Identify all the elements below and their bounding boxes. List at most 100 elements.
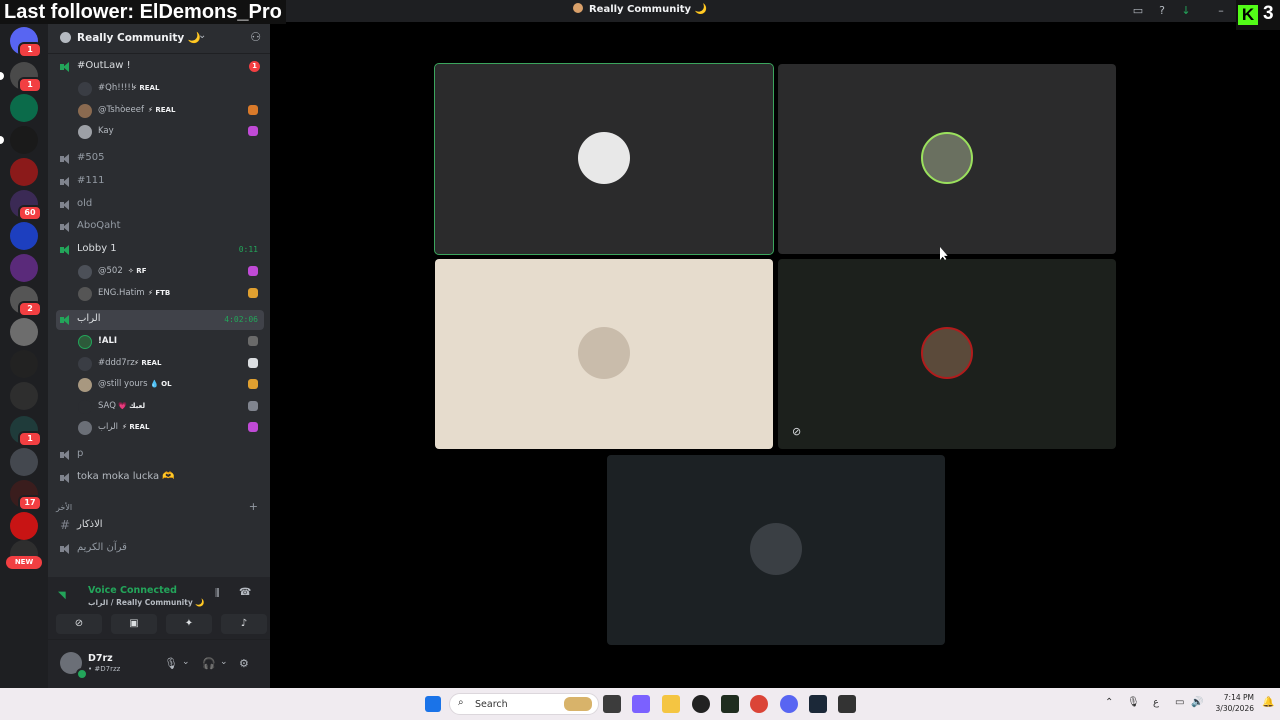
- inbox-icon[interactable]: ▭: [1131, 4, 1145, 18]
- voice-channel-path[interactable]: الراب / Really Community 🌙: [88, 598, 205, 607]
- voice-channel-lobby[interactable]: Lobby 1 0:11: [56, 240, 264, 260]
- user-name: ENG.Hatim: [98, 288, 145, 298]
- voice-user[interactable]: @502 ✧ RF: [78, 262, 264, 282]
- obs-icon[interactable]: [692, 695, 710, 713]
- minimize-icon[interactable]: –: [1214, 4, 1228, 18]
- channel-name: قرآن الكريم: [77, 542, 127, 553]
- channel-sidebar: Really Community 🌙 ⌄ ⚇ #OutLaw ! 1 #Qh!!…: [48, 22, 270, 688]
- voice-user[interactable]: #Qh!!!!! ⚡ REAL: [78, 79, 264, 99]
- server-icon[interactable]: 60: [10, 190, 42, 221]
- voice-channel-rap[interactable]: الراب 4:02:06: [56, 310, 264, 330]
- participant-tile[interactable]: [607, 455, 945, 645]
- category-header[interactable]: الأخر: [56, 503, 72, 512]
- voice-channel[interactable]: #111: [56, 172, 264, 192]
- chevron-down-icon[interactable]: ⌄: [182, 657, 190, 667]
- server-icon[interactable]: [10, 222, 38, 250]
- guild-icon: [572, 3, 583, 13]
- server-icon[interactable]: 2: [10, 286, 42, 317]
- voice-channel[interactable]: toka moka lucka 🫶: [56, 468, 264, 488]
- avatar: [578, 132, 630, 184]
- voice-user[interactable]: #ddd7rz ⚡ REAL: [78, 354, 264, 374]
- clock-date[interactable]: 3/30/2026: [1205, 704, 1254, 713]
- app-icon[interactable]: [838, 695, 856, 713]
- help-icon[interactable]: ?: [1155, 4, 1169, 18]
- notifications-icon[interactable]: 🔔: [1262, 697, 1274, 708]
- server-icon[interactable]: [10, 382, 38, 410]
- kick-app-icon[interactable]: [721, 695, 739, 713]
- server-icon[interactable]: [10, 94, 38, 122]
- server-icon[interactable]: 1: [0, 62, 42, 93]
- discord-icon[interactable]: [780, 695, 798, 713]
- chevron-down-icon: ⌄: [198, 30, 207, 41]
- download-icon[interactable]: ↓: [1179, 4, 1193, 18]
- speaker-icon: [60, 177, 70, 187]
- voice-channel-outlaw[interactable]: #OutLaw ! 1: [56, 57, 264, 77]
- activities-button[interactable]: ✦: [166, 614, 212, 634]
- gear-icon[interactable]: ⚙: [239, 657, 249, 670]
- voice-channel[interactable]: قرآن الكريم: [56, 539, 264, 559]
- server-icon[interactable]: [10, 350, 38, 378]
- microphone-icon[interactable]: 🎙: [164, 657, 178, 670]
- participant-tile[interactable]: ⊘: [778, 259, 1116, 449]
- file-explorer-icon[interactable]: [662, 695, 680, 713]
- server-icon[interactable]: 17: [10, 480, 42, 511]
- disconnect-icon[interactable]: ☎: [239, 587, 251, 598]
- activity-icon: [248, 288, 258, 298]
- server-icon[interactable]: [10, 254, 38, 282]
- chrome-icon[interactable]: [750, 695, 768, 713]
- server-icon[interactable]: 1: [10, 416, 42, 447]
- camera-off-button[interactable]: ⊘: [56, 614, 102, 634]
- headphones-icon[interactable]: 🎧: [202, 657, 216, 670]
- screen-share-button[interactable]: ▣: [111, 614, 157, 634]
- server-badge: 2: [18, 301, 42, 317]
- user-name: #ddd7rz: [98, 358, 135, 368]
- server-icon[interactable]: [10, 318, 38, 346]
- channel-name: Lobby 1: [77, 243, 117, 254]
- add-member-icon[interactable]: ⚇: [250, 30, 261, 44]
- volume-icon[interactable]: 🔊: [1191, 697, 1203, 708]
- windows-start-icon[interactable]: [425, 696, 441, 712]
- steam-icon[interactable]: [809, 695, 827, 713]
- muted-deafened-icon: [248, 401, 258, 411]
- task-view-icon[interactable]: [603, 695, 621, 713]
- text-channel[interactable]: # الاذكار: [56, 516, 264, 536]
- taskbar-search[interactable]: ⌕ Search: [449, 693, 599, 715]
- channel-name: الاذكار: [77, 519, 103, 530]
- server-icon[interactable]: [10, 512, 38, 540]
- voice-status[interactable]: Voice Connected: [88, 585, 177, 596]
- voice-user[interactable]: !ALI: [78, 332, 264, 352]
- home-server-icon[interactable]: 1: [10, 27, 42, 58]
- server-icon[interactable]: [10, 448, 38, 476]
- voice-channel[interactable]: #505: [56, 149, 264, 169]
- voice-user[interactable]: @still yours 💧 OL: [78, 375, 264, 395]
- activity-icon: [248, 126, 258, 136]
- voice-channel[interactable]: old: [56, 195, 264, 215]
- add-channel-icon[interactable]: +: [249, 500, 258, 513]
- voice-channel[interactable]: p: [56, 445, 264, 465]
- signal-icon[interactable]: ◥: [58, 590, 66, 601]
- chevron-down-icon[interactable]: ⌄: [220, 657, 228, 667]
- voice-user[interactable]: الراب ⚡ REAL: [78, 418, 264, 438]
- user-name[interactable]: D7rz: [88, 653, 113, 664]
- microphone-tray-icon[interactable]: 🎙: [1127, 697, 1140, 708]
- participant-tile[interactable]: [778, 64, 1116, 254]
- soundboard-button[interactable]: ♪: [221, 614, 267, 634]
- voice-user[interactable]: SAQ 💗 لعبك: [78, 397, 264, 417]
- voice-user[interactable]: @Tshòeeef ⚡ REAL: [78, 101, 264, 121]
- voice-user[interactable]: Kay: [78, 122, 264, 142]
- copilot-icon[interactable]: [632, 695, 650, 713]
- voice-user[interactable]: ENG.Hatim ⚡ FTB: [78, 284, 264, 304]
- participant-tile[interactable]: [434, 63, 774, 255]
- guild-header[interactable]: Really Community 🌙 ⌄ ⚇: [48, 22, 270, 54]
- language-icon[interactable]: ع: [1153, 697, 1159, 708]
- server-icon[interactable]: [0, 126, 38, 154]
- speaker-icon: [60, 154, 70, 164]
- server-icon[interactable]: [10, 158, 38, 186]
- network-icon[interactable]: ▭: [1175, 697, 1184, 708]
- clock-time[interactable]: 7:14 PM: [1212, 693, 1254, 702]
- voice-channel[interactable]: AboQaht: [56, 217, 264, 237]
- participant-tile[interactable]: [435, 259, 773, 449]
- channel-name: الراب: [77, 313, 101, 324]
- noise-suppression-icon[interactable]: ⫼: [215, 588, 220, 599]
- chevron-up-icon[interactable]: ⌃: [1105, 697, 1113, 708]
